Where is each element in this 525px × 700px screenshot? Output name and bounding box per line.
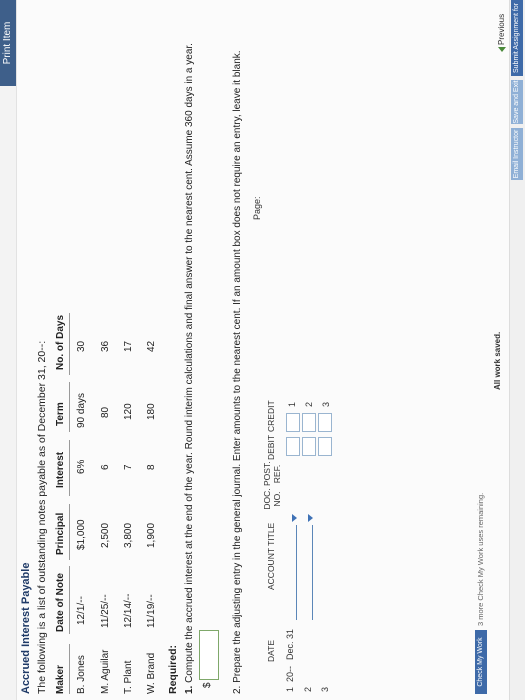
table-cell: W. Brand: [146, 652, 157, 694]
header-rule: [69, 313, 70, 375]
email-instructor-button[interactable]: Email Instructor: [511, 128, 523, 180]
table-cell: T. Plant: [123, 660, 134, 694]
journal-line-number: 3: [320, 686, 330, 692]
journal-right-line-number: 2: [304, 401, 314, 407]
table-cell: B. Jones: [76, 655, 87, 694]
journal-year: 20--: [285, 665, 295, 682]
required-heading: Required:: [167, 644, 179, 694]
journal-header-credit: CREDIT: [266, 400, 276, 432]
journal-header-debit: DEBIT: [266, 434, 276, 460]
debit-input-1[interactable]: [286, 437, 300, 456]
previous-link[interactable]: Previous: [497, 14, 506, 45]
table-cell: $1,000: [76, 519, 87, 550]
question-2-text: 2. Prepare the adjusting entry in the ge…: [232, 50, 243, 694]
accrued-interest-input[interactable]: [199, 630, 219, 680]
journal-header-account: ACCOUNT TITLE: [266, 522, 276, 590]
remaining-uses-text: 3 more Check My Work uses remaining.: [476, 492, 485, 626]
chevron-down-icon[interactable]: [308, 514, 313, 522]
page-title: Accrued Interest Payable: [20, 562, 32, 694]
credit-input-2[interactable]: [302, 413, 316, 432]
table-cell: 6: [100, 464, 111, 470]
currency-symbol: $: [202, 682, 213, 688]
table-cell: 80: [100, 406, 111, 418]
header-rule: [69, 566, 70, 634]
table-cell: 36: [100, 340, 111, 352]
save-status: All work saved.: [493, 331, 502, 390]
header-maker: Maker: [55, 665, 66, 694]
header-days: No. of Days: [55, 314, 66, 370]
journal-header-post: POST. REF.: [262, 461, 282, 486]
question-1-body: Compute the accrued interest at the end …: [184, 43, 195, 683]
journal-right-line-number: 3: [321, 401, 331, 407]
table-cell: 8: [146, 464, 157, 470]
credit-input-3[interactable]: [318, 413, 332, 432]
debit-input-2[interactable]: [302, 437, 316, 456]
question-1-text: 1. Compute the accrued interest at the e…: [184, 43, 195, 694]
journal-line-number: 1: [285, 686, 295, 692]
header-interest: Interest: [55, 451, 66, 488]
table-cell: 11/19/--: [146, 594, 157, 628]
top-toolbar: [0, 0, 17, 700]
header-rule: [69, 382, 70, 432]
header-date: Date of Note: [55, 573, 66, 632]
save-and-exit-button[interactable]: Save and Exit: [511, 80, 523, 124]
header-term: Term: [55, 402, 66, 426]
header-rule: [69, 644, 70, 694]
table-cell: 2,500: [100, 522, 111, 548]
journal-date: Dec. 31: [285, 628, 295, 660]
table-cell: 1,900: [146, 522, 157, 548]
journal-header-doc: DOC. NO.: [262, 488, 282, 510]
table-cell: 12/14/--: [123, 593, 134, 628]
debit-input-3[interactable]: [318, 437, 332, 456]
header-rule: [69, 504, 70, 560]
table-cell: 7: [123, 464, 134, 470]
intro-text: The following is a list of outstanding n…: [36, 340, 48, 694]
chevron-left-icon[interactable]: [498, 47, 506, 52]
question-1-number: 1.: [184, 685, 195, 694]
table-cell: 42: [146, 340, 157, 352]
header-rule: [69, 440, 70, 496]
credit-input-1[interactable]: [286, 413, 300, 432]
table-cell: 17: [123, 340, 134, 352]
account-select-1[interactable]: [296, 525, 298, 620]
print-item-button[interactable]: Print Item: [0, 0, 16, 86]
header-principal: Principal: [55, 512, 66, 555]
rotated-page: Print Item Accrued Interest Payable The …: [0, 0, 525, 700]
table-cell: 180: [146, 403, 157, 420]
chevron-down-icon[interactable]: [292, 514, 297, 522]
table-cell: 90 days: [76, 392, 87, 428]
journal-line-number: 2: [303, 686, 313, 692]
table-cell: 3,800: [123, 522, 134, 548]
table-cell: 6%: [76, 459, 87, 474]
submit-assignment-button[interactable]: Submit Assignment for Grading: [511, 0, 523, 76]
journal-right-line-number: 1: [287, 401, 297, 407]
table-cell: 11/25/--: [100, 594, 111, 628]
journal-page-label: Page:: [252, 196, 262, 220]
account-select-2[interactable]: [312, 525, 314, 620]
journal-header-date: DATE: [266, 639, 276, 662]
table-cell: 120: [123, 403, 134, 420]
table-cell: 12/1/--: [76, 596, 87, 625]
check-my-work-button[interactable]: Check My Work: [475, 630, 487, 694]
table-cell: 30: [76, 340, 87, 352]
table-cell: M. Aguilar: [100, 649, 111, 694]
